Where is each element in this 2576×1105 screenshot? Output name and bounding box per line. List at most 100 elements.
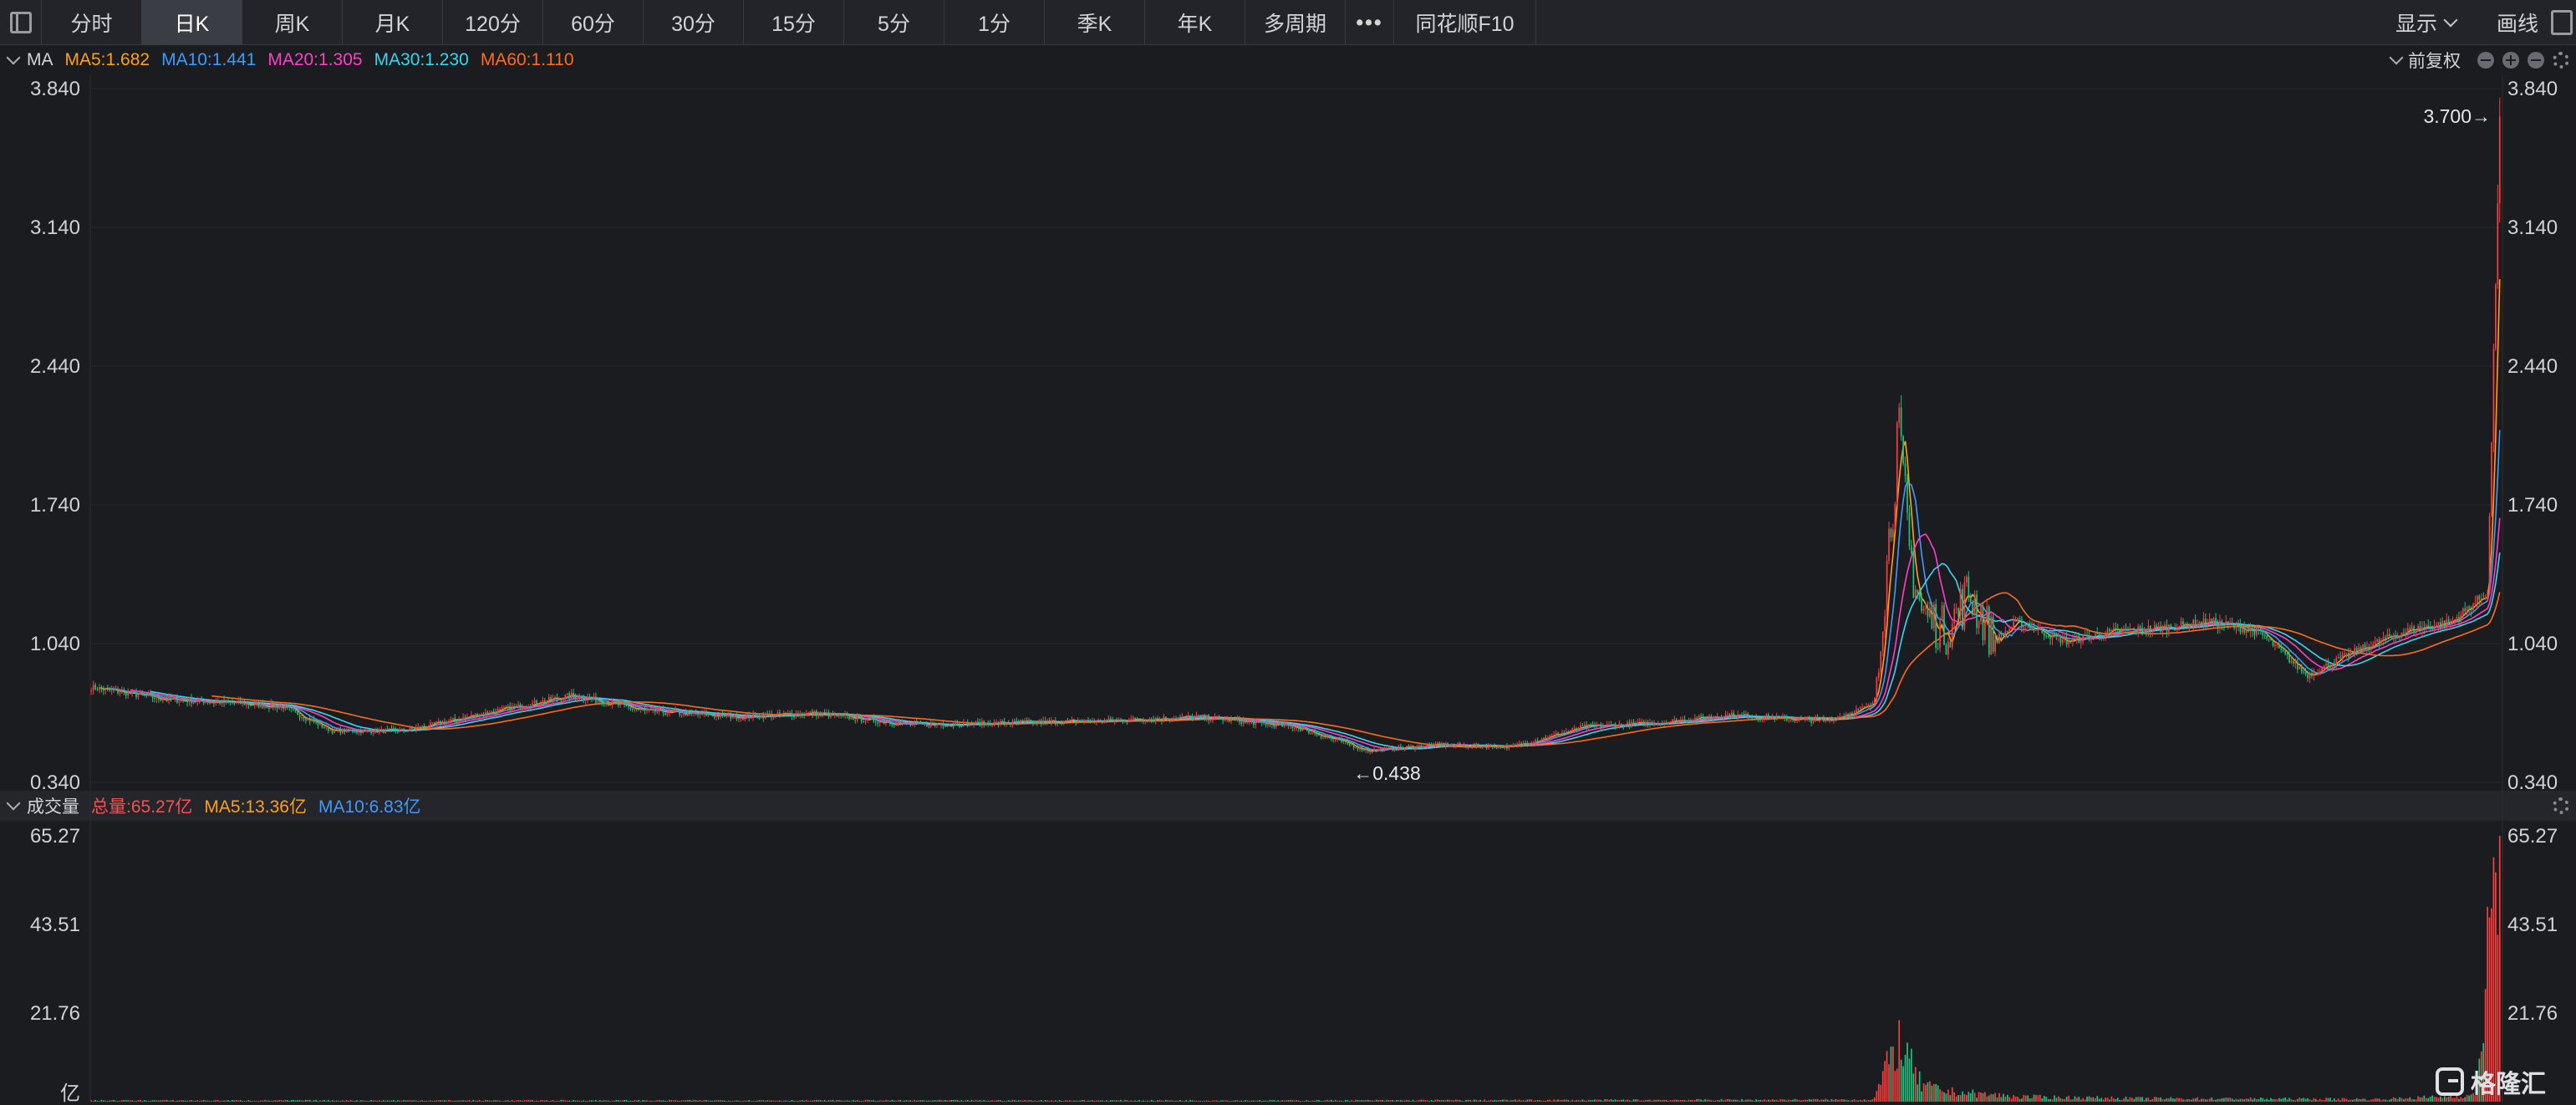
volume-bar (1420, 1099, 1423, 1102)
volume-bar (1829, 1100, 1830, 1102)
candle-body (1545, 737, 1547, 739)
volume-bar (368, 1101, 370, 1102)
volume-bar (536, 1100, 537, 1102)
candle-body (2094, 633, 2096, 637)
volume-bar (1109, 1100, 1112, 1102)
volume-bar (2047, 1098, 2049, 1102)
candle-body (695, 712, 697, 715)
volume-bar (1569, 1101, 1571, 1102)
volume-bar (752, 1101, 754, 1102)
candle-body (1792, 719, 1794, 721)
volume-bar (1359, 1100, 1361, 1102)
candle-body (2372, 644, 2375, 648)
volume-bar (639, 1101, 642, 1102)
candle-body (2256, 627, 2258, 635)
volume-bar (522, 1100, 523, 1102)
volume-bar (685, 1100, 687, 1102)
candle-body (364, 729, 366, 731)
candle-body (1874, 698, 1876, 704)
candle-body (532, 702, 533, 707)
candle-body (256, 702, 258, 704)
volume-bar (2147, 1097, 2150, 1102)
candle-body (362, 729, 364, 733)
volume-bar (1696, 1098, 1698, 1102)
candle-body (1154, 718, 1157, 721)
candle-body (125, 691, 127, 696)
volume-bar (1122, 1101, 1124, 1102)
volume-bar (201, 1100, 203, 1102)
volume-bar (560, 1099, 563, 1102)
volume-bar (695, 1100, 697, 1102)
candle-body (2345, 653, 2348, 654)
volume-bar (1861, 1100, 1864, 1102)
candle-body (2235, 624, 2237, 629)
volume-bar (611, 1100, 613, 1102)
volume-bar (1379, 1099, 1382, 1102)
candle-body (1794, 720, 1796, 721)
candle-body (1379, 748, 1382, 750)
volume-bar (178, 1100, 181, 1102)
candle-body (2076, 635, 2078, 639)
candle-body (174, 697, 176, 699)
volume-bar (2406, 1098, 2409, 1102)
volume-bar (1318, 1100, 1320, 1102)
volume-bar (1453, 1100, 1455, 1102)
volume-bar (1825, 1098, 1827, 1102)
volume-bar (730, 1101, 732, 1102)
candle-body (731, 717, 734, 719)
volume-bar (180, 1100, 182, 1102)
volume-bar (1945, 1093, 1947, 1102)
candle-body (1267, 723, 1269, 726)
candle-body (313, 719, 315, 722)
candle-body (1907, 476, 1908, 513)
volume-bar (376, 1100, 379, 1102)
volume-bar (303, 1100, 305, 1102)
candle-body (2266, 636, 2268, 639)
volume-bar (1567, 1099, 1570, 1102)
volume-bar (823, 1099, 826, 1102)
volume-bar (989, 1100, 991, 1102)
candle-body (327, 726, 329, 731)
volume-bar (2388, 1099, 2390, 1102)
volume-bar (2161, 1099, 2164, 1102)
volume-bar (1565, 1099, 1567, 1102)
volume-bar (779, 1100, 781, 1102)
volume-bar (603, 1100, 605, 1102)
candle-body (1230, 718, 1232, 722)
volume-bar (772, 1100, 775, 1102)
volume-bar (609, 1101, 611, 1102)
volume-bar (533, 1101, 536, 1102)
candle-body (834, 714, 836, 715)
volume-bar (272, 1100, 274, 1102)
volume-bar (966, 1099, 969, 1102)
candle-body (546, 700, 548, 703)
candle-body (1126, 721, 1128, 723)
candle-body (577, 697, 578, 699)
volume-bar (907, 1100, 909, 1102)
candle-body (2368, 646, 2370, 650)
candle-body (1839, 715, 1841, 717)
volume-bar (1443, 1100, 1445, 1102)
volume-bar (1267, 1101, 1269, 1102)
volume-bar (1835, 1098, 1837, 1102)
kline-chart-svg[interactable]: 3.8403.1402.4401.7401.0400.340 3.8403.14… (0, 0, 2576, 1105)
candle-body (2443, 620, 2446, 627)
volume-bar (2003, 1093, 2004, 1102)
candle-body (154, 698, 155, 700)
candle-body (1624, 724, 1627, 727)
volume-bar (1984, 1092, 1986, 1102)
volume-bar (597, 1100, 599, 1102)
candle-body (359, 730, 362, 733)
candle-body (308, 718, 311, 721)
volume-bar (687, 1099, 689, 1102)
candle-body (2174, 629, 2176, 631)
volume-bar (1198, 1101, 1199, 1102)
price-axis-left: 3.8403.1402.4401.7401.0400.340 (30, 78, 80, 794)
candle-body (2167, 624, 2170, 632)
volume-bar (1745, 1099, 1747, 1102)
candle-body (491, 710, 493, 714)
volume-bar (1953, 1092, 1956, 1102)
candle-body (1461, 745, 1464, 746)
candle-body (1102, 721, 1103, 723)
candle-body (2201, 622, 2202, 625)
